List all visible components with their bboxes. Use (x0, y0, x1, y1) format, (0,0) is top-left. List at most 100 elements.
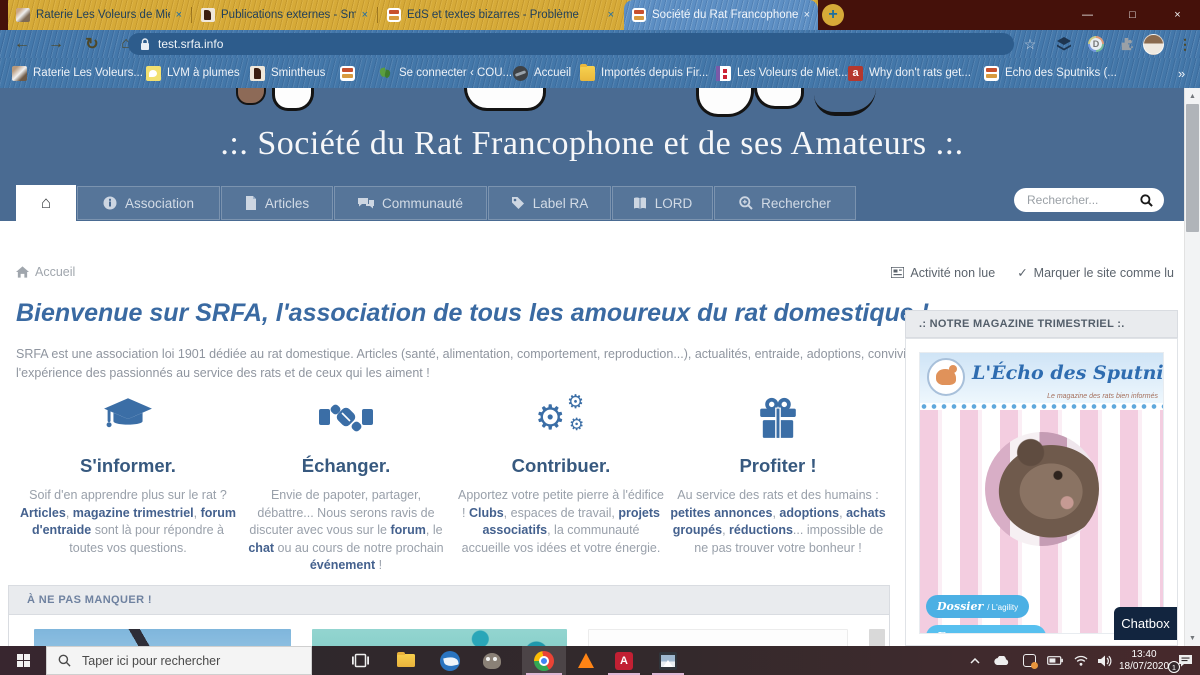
thumbnail-image[interactable] (312, 629, 567, 646)
chatbox-button[interactable]: Chatbox (1114, 607, 1177, 640)
browser-tab-2[interactable]: Publications externes - Smintheu × (193, 0, 376, 30)
windows-taskbar: A 13:40 18/07/2020 1 (0, 646, 1200, 675)
srfa-logo-icon (340, 66, 355, 81)
vlc-icon[interactable] (566, 646, 606, 675)
plant-icon (378, 66, 393, 81)
back-icon[interactable]: ← (10, 33, 34, 55)
gift-icon (668, 393, 888, 443)
magazine-cover[interactable]: L'Écho des Sputniks Le magazine des rats… (919, 352, 1164, 634)
nav-item-label-ra[interactable]: Label RA (488, 186, 611, 220)
magazine-title: L'Écho des Sputniks (972, 362, 1164, 384)
thumbnail-image[interactable] (588, 629, 848, 646)
nav-item-articles[interactable]: Articles (221, 186, 333, 220)
browser-tab-active[interactable]: Société du Rat Francophone et d × (624, 0, 818, 30)
onedrive-cloud-icon[interactable] (990, 646, 1012, 675)
nav-item-rechercher[interactable]: Rechercher (714, 186, 856, 220)
inline-link[interactable]: chat (248, 541, 274, 555)
tray-chevron-icon[interactable] (966, 646, 984, 675)
thumbnail-image[interactable] (34, 629, 291, 646)
nav-item-lord[interactable]: LORD (612, 186, 713, 220)
site-search-input[interactable] (1025, 192, 1134, 208)
page-scrollbar[interactable]: ▲ ▼ (1184, 88, 1200, 646)
tab-close-icon[interactable]: × (176, 9, 182, 21)
tab-close-icon[interactable]: × (362, 9, 368, 21)
bookmark-star-icon[interactable]: ☆ (1019, 34, 1041, 54)
windows-logo-icon (17, 654, 30, 667)
mark-site-read-link[interactable]: ✓ Marquer le site comme lu (1017, 265, 1174, 280)
inline-link[interactable]: Articles (20, 506, 66, 520)
start-button[interactable] (0, 646, 46, 675)
tab-close-icon[interactable]: × (608, 9, 614, 21)
bookmark-item[interactable]: a Why don't rats get... (848, 58, 971, 88)
d-extension-icon[interactable]: D (1085, 34, 1107, 54)
dotted-divider (920, 403, 1163, 410)
feature-contribuer: ⚙⚙⚙ Contribuer. Apportez votre petite pi… (458, 393, 664, 557)
search-icon[interactable] (1140, 194, 1153, 207)
bookmark-item[interactable]: Accueil (513, 58, 571, 88)
tab-separator (191, 7, 192, 23)
task-view-button[interactable] (340, 646, 380, 675)
inline-link[interactable]: magazine trimestriel (73, 506, 194, 520)
maximize-button[interactable]: □ (1110, 0, 1155, 30)
chrome-icon[interactable] (522, 646, 566, 675)
gimp-icon[interactable] (472, 646, 512, 675)
acrobat-icon[interactable]: A (604, 646, 644, 675)
scroll-down-arrow[interactable]: ▼ (1185, 631, 1200, 645)
taskbar-search-input[interactable] (80, 653, 300, 669)
bookmark-item[interactable]: Se connecter ‹ COU... (378, 58, 512, 88)
thumbnail-image[interactable] (869, 629, 885, 646)
nav-item-communaute[interactable]: Communauté (334, 186, 487, 220)
inline-link[interactable]: forum (390, 523, 425, 537)
address-bar[interactable]: test.srfa.info (128, 33, 1014, 55)
dont-miss-thumbnails (34, 629, 885, 646)
profile-avatar[interactable] (1142, 34, 1164, 54)
breadcrumb[interactable]: Accueil (16, 265, 75, 279)
inline-link[interactable]: réductions (729, 523, 793, 537)
unread-activity-link[interactable]: Activité non lue (891, 266, 995, 280)
bookmark-item[interactable]: Raterie Les Voleurs... (12, 58, 143, 88)
nav-home-tab[interactable]: ⌂ (16, 185, 76, 221)
volume-icon[interactable] (1094, 646, 1116, 675)
nav-item-association[interactable]: Association (77, 186, 220, 220)
inline-link[interactable]: événement (310, 558, 375, 572)
new-tab-button[interactable]: + (822, 4, 844, 26)
battery-icon[interactable] (1044, 646, 1066, 675)
browser-tab-3[interactable]: EdS et textes bizarres - Problème × (379, 0, 622, 30)
app-notification-icon[interactable] (1018, 646, 1040, 675)
bookmarks-overflow-chevron[interactable]: » (1178, 58, 1185, 88)
thunderbird-icon[interactable] (430, 646, 470, 675)
lock-icon (140, 38, 150, 51)
bookmark-item[interactable]: Importés depuis Fir... (580, 58, 708, 88)
bookmark-item[interactable]: Les Voleurs de Miet... (716, 58, 848, 88)
browser-tab-1[interactable]: Raterie Les Voleurs de Miettes × (8, 0, 190, 30)
bookmark-item[interactable]: LVM à plumes (146, 58, 240, 88)
forward-icon[interactable]: → (44, 33, 68, 55)
rat-doodle (236, 88, 266, 105)
file-explorer-icon[interactable] (386, 646, 426, 675)
bookmark-item[interactable]: Echo des Sputniks (... (984, 58, 1117, 88)
scroll-up-arrow[interactable]: ▲ (1185, 89, 1200, 103)
inline-link[interactable]: Clubs (469, 506, 504, 520)
bookmark-item[interactable]: Smintheus (250, 58, 325, 88)
site-search-box[interactable] (1014, 188, 1164, 212)
url-text: test.srfa.info (158, 37, 223, 51)
scrollbar-thumb[interactable] (1186, 104, 1199, 232)
minimize-button[interactable]: — (1065, 0, 1110, 30)
tab-close-icon[interactable]: × (804, 9, 810, 21)
layers-extension-icon[interactable] (1053, 34, 1075, 54)
rat-photo-icon (12, 66, 27, 81)
reload-icon[interactable]: ↻ (80, 33, 104, 55)
taskbar-search-box[interactable] (46, 646, 312, 675)
bookmark-item[interactable] (340, 58, 361, 88)
feature-profiter: Profiter ! Au service des rats et des hu… (668, 393, 888, 557)
clock[interactable]: 13:40 18/07/2020 (1116, 649, 1172, 673)
inline-link[interactable]: adoptions (779, 506, 839, 520)
browser-menu-icon[interactable]: ⋮ (1174, 34, 1196, 54)
photos-icon[interactable] (648, 646, 688, 675)
puzzle-extension-icon[interactable] (1115, 34, 1137, 54)
wifi-icon[interactable] (1070, 646, 1092, 675)
feature-title: Profiter ! (668, 455, 888, 477)
close-button[interactable]: × (1155, 0, 1200, 30)
inline-link[interactable]: petites annonces (670, 506, 772, 520)
globe-icon (513, 66, 528, 81)
